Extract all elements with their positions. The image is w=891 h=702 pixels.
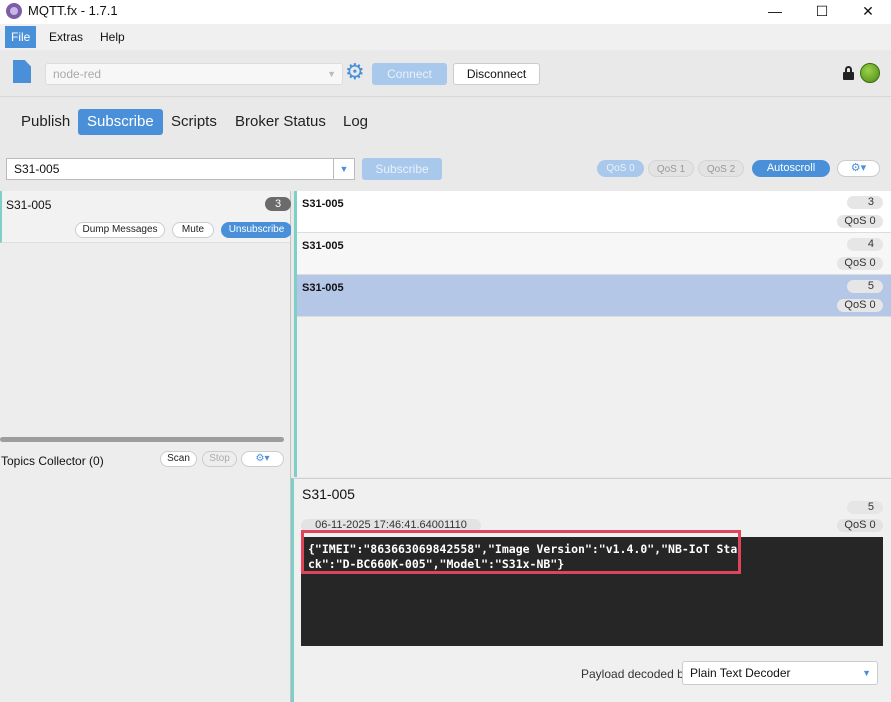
tab-bar: Publish Subscribe Scripts Broker Status … xyxy=(0,97,891,151)
message-detail: S31-005 5 06-11-2025 17:46:41.64001110 Q… xyxy=(291,478,891,702)
qos2-toggle[interactable]: QoS 2 xyxy=(698,160,744,177)
message-number: 4 xyxy=(847,238,883,251)
profile-select[interactable]: node-red ▼ xyxy=(45,63,343,85)
payload-text: {"IMEI":"863663069842558","Image Version… xyxy=(308,542,738,571)
detail-topic: S31-005 xyxy=(302,486,355,502)
connection-toolbar: node-red ▼ ⚙ Connect Disconnect xyxy=(0,50,891,97)
tab-publish[interactable]: Publish xyxy=(12,109,79,135)
decoder-label: Payload decoded by xyxy=(581,667,690,681)
message-topic: S31-005 xyxy=(302,240,344,252)
topics-collector-label: Topics Collector (0) xyxy=(1,454,104,468)
message-number: 5 xyxy=(847,280,883,293)
message-count-badge: 3 xyxy=(265,197,291,211)
menu-help[interactable]: Help xyxy=(94,26,131,48)
message-topic: S31-005 xyxy=(302,282,344,294)
subscription-topic: S31-005 xyxy=(6,198,52,212)
chevron-down-icon[interactable]: ▼ xyxy=(334,158,355,180)
window-title: MQTT.fx - 1.7.1 xyxy=(28,3,118,18)
detail-qos: QoS 0 xyxy=(837,519,883,532)
payload-viewer[interactable]: {"IMEI":"863663069842558","Image Version… xyxy=(301,530,883,646)
menu-file[interactable]: File xyxy=(5,26,37,48)
topics-collector-header: Topics Collector (0) Scan Stop ⚙▾ xyxy=(0,447,290,473)
app-icon xyxy=(6,3,22,19)
mute-button[interactable]: Mute xyxy=(172,222,214,238)
tab-subscribe[interactable]: Subscribe xyxy=(78,109,163,135)
topic-input[interactable]: S31-005 xyxy=(6,158,334,180)
title-bar: MQTT.fx - 1.7.1 — ☐ ✕ xyxy=(0,0,891,24)
message-row-selected[interactable]: S31-005 5 QoS 0 xyxy=(297,275,891,317)
dump-messages-button[interactable]: Dump Messages xyxy=(75,222,165,238)
collector-options-button[interactable]: ⚙▾ xyxy=(241,451,284,467)
minimize-button[interactable]: — xyxy=(752,0,798,24)
file-icon[interactable] xyxy=(13,60,31,83)
message-row[interactable]: S31-005 4 QoS 0 xyxy=(297,233,891,275)
qos1-toggle[interactable]: QoS 1 xyxy=(648,160,694,177)
subscription-item[interactable]: S31-005 3 Dump Messages Mute Unsubscribe xyxy=(0,191,292,243)
unsubscribe-button[interactable]: Unsubscribe xyxy=(221,222,292,238)
chevron-down-icon: ▼ xyxy=(862,668,871,678)
message-number: 3 xyxy=(847,196,883,209)
gear-icon[interactable]: ⚙ xyxy=(345,60,365,84)
stop-button[interactable]: Stop xyxy=(202,451,237,467)
qos0-toggle[interactable]: QoS 0 xyxy=(597,160,644,177)
message-qos: QoS 0 xyxy=(837,257,883,270)
message-list: S31-005 3 QoS 0 S31-005 4 QoS 0 S31-005 … xyxy=(294,191,891,477)
profile-value: node-red xyxy=(53,67,102,81)
decoder-select[interactable]: Plain Text Decoder ▼ xyxy=(682,661,878,685)
subscribe-bar: S31-005 ▼ Subscribe QoS 0 QoS 1 QoS 2 Au… xyxy=(0,151,891,191)
menu-bar: File Extras Help xyxy=(0,24,891,50)
subscribe-button[interactable]: Subscribe xyxy=(362,158,442,180)
connection-status-icon xyxy=(860,63,880,83)
chevron-down-icon: ▼ xyxy=(327,69,336,79)
connect-button[interactable]: Connect xyxy=(372,63,447,85)
message-row[interactable]: S31-005 3 QoS 0 xyxy=(297,191,891,233)
message-topic: S31-005 xyxy=(302,198,344,210)
disconnect-button[interactable]: Disconnect xyxy=(453,63,540,85)
scan-button[interactable]: Scan xyxy=(160,451,197,467)
message-qos: QoS 0 xyxy=(837,215,883,228)
options-button[interactable]: ⚙▾ xyxy=(837,160,880,177)
subscriptions-pane: S31-005 3 Dump Messages Mute Unsubscribe… xyxy=(0,191,292,702)
autoscroll-toggle[interactable]: Autoscroll xyxy=(752,160,830,177)
tab-scripts[interactable]: Scripts xyxy=(162,109,226,135)
lock-icon xyxy=(843,66,854,80)
detail-number: 5 xyxy=(847,501,883,514)
decoder-value: Plain Text Decoder xyxy=(690,666,791,680)
tab-log[interactable]: Log xyxy=(334,109,377,135)
close-button[interactable]: ✕ xyxy=(845,0,891,24)
menu-extras[interactable]: Extras xyxy=(43,26,89,48)
horizontal-scrollbar[interactable] xyxy=(0,437,284,442)
maximize-button[interactable]: ☐ xyxy=(799,0,845,24)
message-qos: QoS 0 xyxy=(837,299,883,312)
tab-broker-status[interactable]: Broker Status xyxy=(226,109,335,135)
